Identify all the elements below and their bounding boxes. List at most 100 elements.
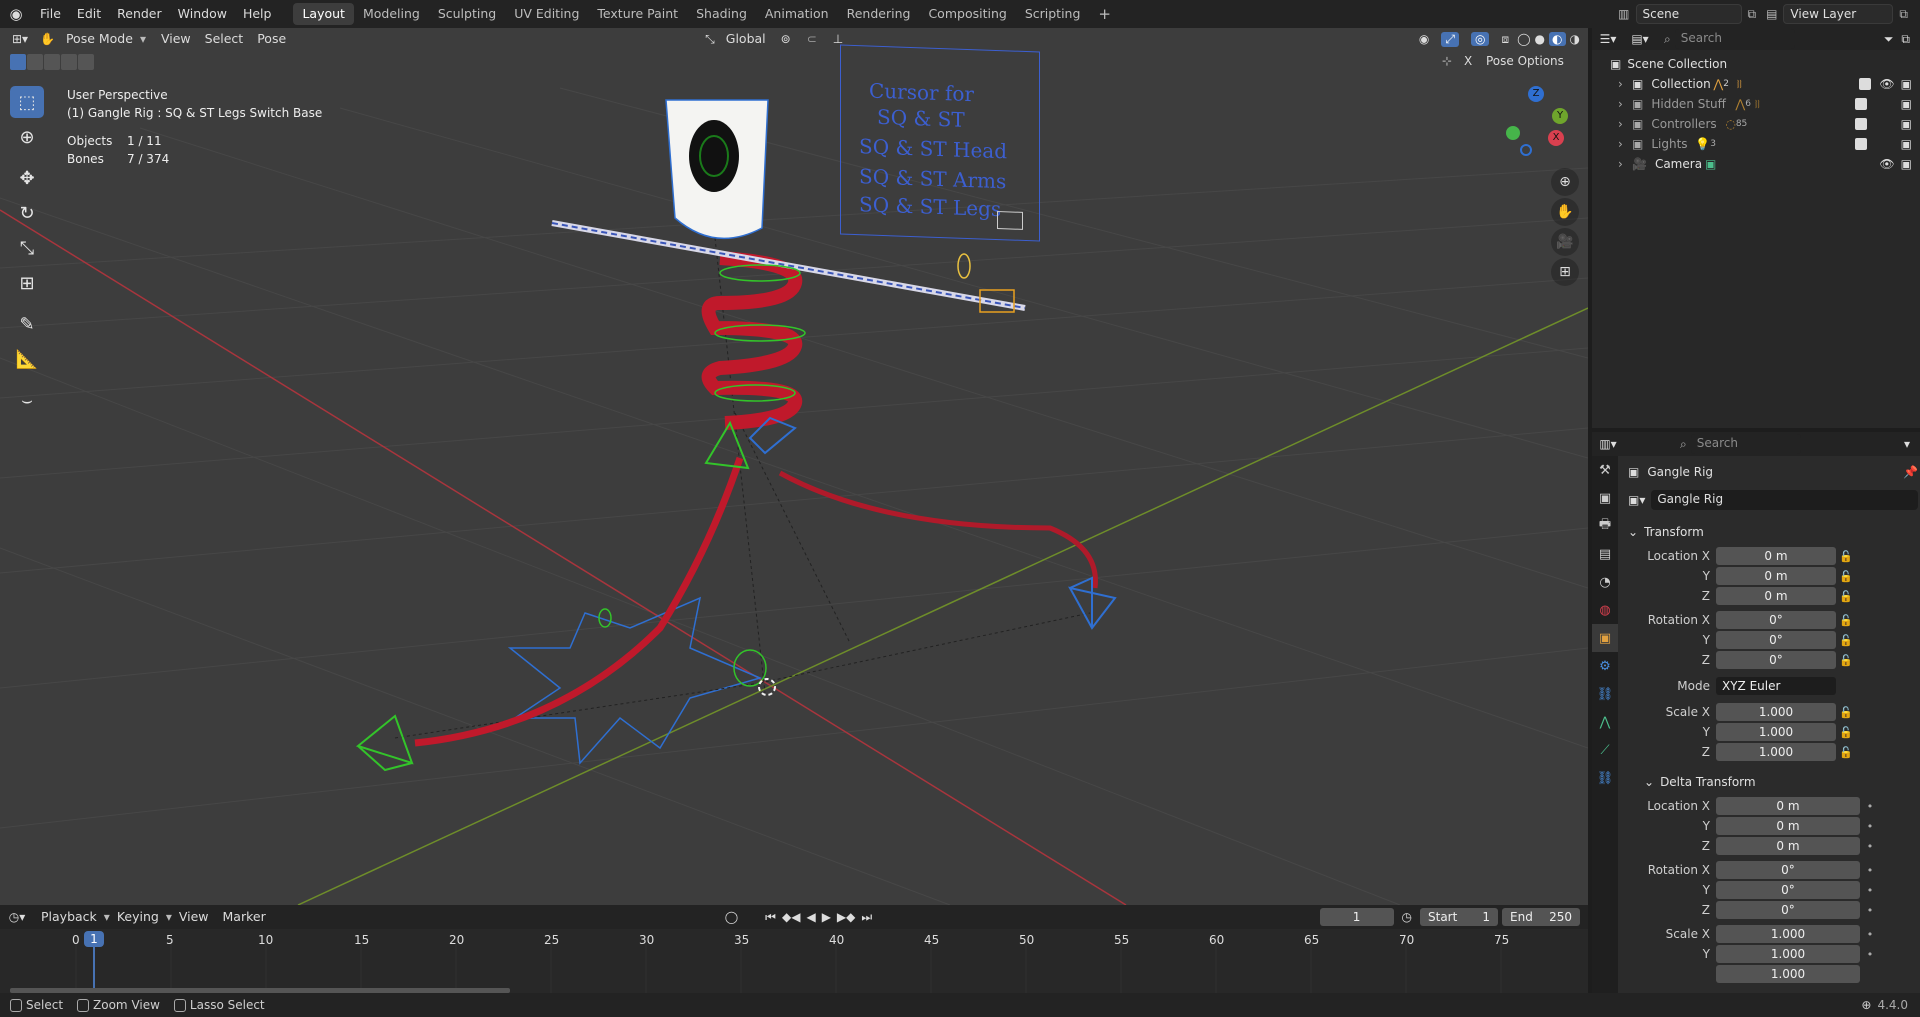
shading-solid-icon[interactable]: ● [1535, 32, 1545, 46]
delta-location-x-field[interactable]: 0 m [1716, 797, 1860, 815]
gizmo-x[interactable]: X [1548, 130, 1564, 146]
menu-help[interactable]: Help [235, 0, 280, 28]
snap-icon[interactable]: ⊂ [807, 32, 817, 46]
jump-start-icon[interactable]: ⏮ [765, 910, 776, 925]
delta-scale-x-field[interactable]: 1.000 [1716, 925, 1860, 943]
lock-icon[interactable]: 🔓 [1836, 746, 1856, 759]
expand-icon[interactable]: › [1618, 97, 1632, 111]
menu-edit[interactable]: Edit [69, 0, 109, 28]
tab-animation[interactable]: Animation [756, 3, 838, 25]
exclude-checkbox[interactable] [1854, 98, 1867, 110]
select-box-tool-icon[interactable]: ⬚ [10, 86, 44, 118]
scale-y-field[interactable]: 1.000 [1716, 723, 1836, 741]
expand-icon[interactable]: › [1618, 117, 1632, 131]
outliner-item-controllers[interactable]: › ▣ Controllers ◌ 85 ▣ [1592, 114, 1920, 134]
tab-scripting[interactable]: Scripting [1016, 3, 1090, 25]
timeline-menu-playback[interactable]: Playback [34, 906, 104, 928]
measure-tool-icon[interactable]: 📐 [10, 343, 44, 375]
outliner-editor-icon[interactable]: ☰▾ [1592, 32, 1624, 46]
viewport-menu-select[interactable]: Select [198, 28, 251, 50]
shading-material-icon[interactable]: ◐ [1549, 32, 1566, 46]
scene-collection-row[interactable]: ▣ Scene Collection [1592, 54, 1920, 74]
mode-selector[interactable]: Pose Mode [59, 28, 140, 50]
scale-tool-icon[interactable]: ⤡ [10, 232, 44, 264]
exclude-checkbox[interactable] [1854, 118, 1867, 130]
tab-texture-paint[interactable]: Texture Paint [588, 3, 687, 25]
3d-viewport[interactable]: Cursor for SQ & ST SQ & ST Head SQ & ST … [0, 28, 1588, 905]
lock-icon[interactable]: 🔓 [1836, 570, 1856, 583]
delta-scale-z-field[interactable]: 1.000 [1716, 965, 1860, 983]
lock-icon[interactable]: 🔓 [1836, 614, 1856, 627]
delta-transform-panel-header[interactable]: ⌄ Delta Transform [1644, 772, 1756, 792]
overlay-toggle-icon[interactable]: ◎ [1470, 32, 1490, 46]
gizmo-neg-y[interactable] [1520, 144, 1532, 156]
view-layer-selector[interactable]: View Layer [1783, 4, 1894, 24]
shading-wireframe-icon[interactable]: ◯ [1517, 32, 1530, 46]
menu-window[interactable]: Window [170, 0, 235, 28]
play-icon[interactable]: ▶ [822, 910, 831, 924]
camera-render-icon[interactable]: ▣ [1901, 97, 1912, 111]
jump-keyframe-forward-icon[interactable]: ▶◆ [837, 910, 855, 924]
delta-rotation-z-field[interactable]: 0° [1716, 901, 1860, 919]
keyframe-dot-icon[interactable]: • [1860, 948, 1880, 961]
menu-render[interactable]: Render [109, 0, 170, 28]
chevron-down-icon[interactable]: ▾ [1904, 437, 1910, 451]
play-reverse-icon[interactable]: ◀ [806, 910, 815, 924]
keyframe-dot-icon[interactable]: • [1860, 884, 1880, 897]
viewport-menu-pose[interactable]: Pose [250, 28, 293, 50]
clock-icon[interactable]: ◷ [1402, 910, 1412, 924]
select-intersect-icon[interactable] [78, 54, 94, 70]
new-view-layer-icon[interactable]: ⧉ [1899, 7, 1908, 22]
camera-render-icon[interactable]: ▣ [1901, 157, 1912, 171]
perspective-toggle-icon[interactable]: ⊞ [1551, 258, 1579, 286]
camera-render-icon[interactable]: ▣ [1901, 77, 1912, 91]
gizmo-neg-x[interactable] [1506, 126, 1520, 140]
scene-tab-icon[interactable]: ◔ [1592, 568, 1618, 596]
properties-editor-icon[interactable]: ▥▾ [1592, 437, 1624, 451]
delta-rotation-y-field[interactable]: 0° [1716, 881, 1860, 899]
expand-icon[interactable]: › [1618, 137, 1632, 151]
board-toggle[interactable] [997, 210, 1023, 230]
playhead[interactable]: 1 [84, 931, 104, 947]
tab-shading[interactable]: Shading [687, 3, 756, 25]
annotate-tool-icon[interactable]: ✎ [10, 308, 44, 340]
visibility-icon[interactable]: ◉ [1419, 32, 1429, 46]
camera-render-icon[interactable]: ▣ [1901, 137, 1912, 151]
eye-icon[interactable]: 👁 [1879, 157, 1894, 171]
timeline-menu-view[interactable]: View [172, 906, 216, 928]
exclude-checkbox[interactable] [1854, 138, 1867, 150]
constraint-tab-icon[interactable]: ⛓ [1592, 680, 1618, 708]
timeline-menu-keying[interactable]: Keying [110, 906, 166, 928]
rotate-tool-icon[interactable]: ↻ [10, 197, 44, 229]
bone-tab-icon[interactable]: ⟋ [1592, 736, 1618, 764]
transform-tool-icon[interactable]: ⊞ [10, 267, 44, 299]
camera-render-icon[interactable]: ▣ [1901, 117, 1912, 131]
view-layer-tab-icon[interactable]: ▤ [1592, 540, 1618, 568]
jump-end-icon[interactable]: ⏭ [861, 910, 872, 925]
rotation-z-field[interactable]: 0° [1716, 651, 1836, 669]
object-name-field[interactable]: Gangle Rig [1651, 490, 1918, 510]
outliner-item-collection[interactable]: › ▣ Collection ⋀ 2 ⧘⧘ 👁 ▣ [1592, 74, 1920, 94]
add-workspace-button[interactable]: + [1089, 3, 1120, 25]
pin-icon[interactable]: 📌 [1903, 465, 1918, 479]
timeline-editor-icon[interactable]: ◷▾ [0, 910, 34, 924]
modifier-tab-icon[interactable]: ⚙ [1592, 652, 1618, 680]
select-invert-icon[interactable] [61, 54, 77, 70]
tool-tab-icon[interactable]: ⚒ [1592, 456, 1618, 484]
bone-constraint-tab-icon[interactable]: ⛓ [1592, 764, 1618, 792]
keyframe-dot-icon[interactable]: • [1860, 864, 1880, 877]
keyframe-dot-icon[interactable]: • [1860, 840, 1880, 853]
start-frame-field[interactable]: Start 1 [1420, 908, 1498, 926]
scale-x-field[interactable]: 1.000 [1716, 703, 1836, 721]
lock-icon[interactable]: 🔓 [1836, 590, 1856, 603]
new-collection-icon[interactable]: ⧉ [1901, 32, 1910, 47]
output-tab-icon[interactable]: 🖶 [1592, 512, 1618, 540]
delta-scale-y-field[interactable]: 1.000 [1716, 945, 1860, 963]
delta-rotation-x-field[interactable]: 0° [1716, 861, 1860, 879]
auto-keying-icon[interactable]: ◯ [725, 910, 738, 924]
gizmo-toggle-icon[interactable]: ⤢ [1441, 31, 1459, 47]
lock-icon[interactable]: 🔓 [1836, 634, 1856, 647]
location-y-field[interactable]: 0 m [1716, 567, 1836, 585]
display-mode-icon[interactable]: ▤▾ [1624, 32, 1656, 46]
render-tab-icon[interactable]: ▣ [1592, 484, 1618, 512]
